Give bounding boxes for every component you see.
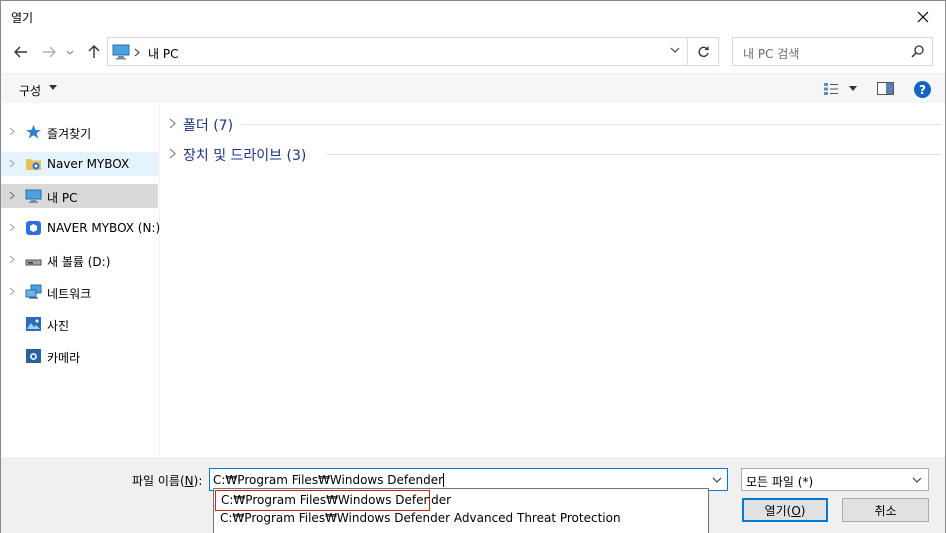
chevron-right-icon[interactable] xyxy=(169,118,176,129)
chevron-down-icon[interactable] xyxy=(912,475,922,485)
autocomplete-dropdown: C:₩Program Files₩Windows Defender C:₩Pro… xyxy=(213,488,709,533)
star-icon xyxy=(26,125,41,139)
breadcrumb-separator-icon xyxy=(134,48,140,57)
up-button[interactable] xyxy=(83,41,105,63)
address-path[interactable]: 내 PC xyxy=(148,45,178,62)
sidebar-item-label: 사진 xyxy=(47,319,70,333)
organize-button[interactable]: 구성 xyxy=(19,82,41,99)
sidebar-item-label: 새 볼륨 (D:) xyxy=(47,255,111,269)
help-button[interactable]: ? xyxy=(914,81,931,98)
arrow-left-icon xyxy=(14,46,27,58)
address-bar[interactable]: 내 PC xyxy=(107,37,688,66)
chevron-right-icon[interactable] xyxy=(9,287,15,296)
chevron-right-icon[interactable] xyxy=(9,191,15,200)
sidebar-item-network[interactable]: 네트워크 xyxy=(1,280,158,304)
group-header-devices-drives[interactable]: 장치 및 드라이브 (3) xyxy=(169,143,941,165)
sidebar-item-label: 내 PC xyxy=(47,191,78,205)
open-button[interactable]: 열기(O) xyxy=(742,498,828,522)
computer-icon xyxy=(25,189,42,203)
text-caret xyxy=(443,473,445,487)
search-input[interactable]: 내 PC 검색 xyxy=(743,45,799,62)
caret-down-icon[interactable] xyxy=(49,85,57,90)
sidebar-item-naver-mybox-drive[interactable]: NAVER MYBOX (N:) xyxy=(1,216,161,240)
title-bar: 열기 xyxy=(1,1,945,32)
file-type-value: 모든 파일 (*) xyxy=(746,475,814,489)
sidebar-item-label: Naver MYBOX xyxy=(47,157,130,171)
help-icon: ? xyxy=(919,82,926,97)
sidebar-item-new-volume[interactable]: 새 볼륨 (D:) xyxy=(1,248,158,272)
group-divider xyxy=(241,124,941,125)
close-icon xyxy=(917,11,929,22)
search-icon xyxy=(911,45,924,58)
recent-locations-button[interactable] xyxy=(63,41,77,63)
mybox-folder-icon xyxy=(26,159,41,170)
chevron-right-icon[interactable] xyxy=(9,223,15,232)
group-label: 장치 및 드라이브 (3) xyxy=(183,148,307,164)
sidebar-item-label: 즐겨찾기 xyxy=(47,127,92,141)
sidebar-item-label: NAVER MYBOX (N:) xyxy=(47,221,161,235)
autocomplete-item[interactable]: C:₩Program Files₩Windows Defender xyxy=(215,490,451,511)
chevron-down-icon[interactable] xyxy=(670,45,680,55)
view-options-icon[interactable] xyxy=(823,82,839,96)
chevron-right-icon[interactable] xyxy=(169,148,176,159)
navigation-bar: 내 PC 내 PC 검색 xyxy=(1,35,945,69)
command-bar: 구성 ? xyxy=(1,73,945,103)
camera-icon xyxy=(26,349,41,363)
drive-icon xyxy=(25,259,42,266)
chevron-right-icon[interactable] xyxy=(9,159,15,168)
chevron-right-icon[interactable] xyxy=(9,255,15,264)
window-title: 열기 xyxy=(11,11,34,25)
sidebar-item-camera[interactable]: 카메라 xyxy=(1,344,158,368)
back-button[interactable] xyxy=(10,41,32,63)
forward-button[interactable] xyxy=(38,41,60,63)
filename-value[interactable]: C:₩Program Files₩Windows Defender xyxy=(213,473,445,487)
sidebar-item-label: 카메라 xyxy=(47,351,81,365)
arrow-up-icon xyxy=(88,45,100,58)
open-button-label: 열기(O) xyxy=(764,503,806,518)
sidebar-item-pictures[interactable]: 사진 xyxy=(1,312,158,336)
open-file-dialog: 열기 내 PC 내 PC 검색 구성 ? 즐겨찾기 Naver MYBOX 내 … xyxy=(0,0,946,533)
pictures-icon xyxy=(26,317,41,331)
arrow-right-icon xyxy=(43,46,56,58)
refresh-button[interactable] xyxy=(688,37,719,66)
filename-label: 파일 이름(N): xyxy=(132,474,203,488)
cancel-button-label: 취소 xyxy=(874,503,897,518)
chevron-right-icon[interactable] xyxy=(9,127,15,136)
cancel-button[interactable]: 취소 xyxy=(842,498,929,522)
sidebar-item-naver-mybox[interactable]: Naver MYBOX xyxy=(1,152,158,176)
preview-pane-icon[interactable] xyxy=(877,82,894,95)
network-icon xyxy=(25,284,42,299)
group-header-folders[interactable]: 폴더 (7) xyxy=(169,113,941,135)
sidebar-item-this-pc[interactable]: 내 PC xyxy=(1,184,158,208)
sidebar-item-favorites[interactable]: 즐겨찾기 xyxy=(1,120,158,144)
chevron-down-icon[interactable] xyxy=(712,475,722,485)
computer-icon xyxy=(112,44,130,60)
autocomplete-item[interactable]: C:₩Program Files₩Windows Defender Advanc… xyxy=(215,509,707,528)
search-box[interactable]: 내 PC 검색 xyxy=(732,37,933,66)
caret-down-icon[interactable] xyxy=(849,86,857,91)
refresh-icon xyxy=(698,46,709,57)
file-type-select[interactable]: 모든 파일 (*) xyxy=(741,468,929,491)
close-button[interactable] xyxy=(901,1,945,32)
group-label: 폴더 (7) xyxy=(183,118,234,134)
group-divider xyxy=(326,154,941,155)
mybox-drive-icon xyxy=(26,221,41,235)
sidebar-item-label: 네트워크 xyxy=(47,287,92,301)
navigation-pane: 즐겨찾기 Naver MYBOX 내 PC NAVER MYBOX (N:) 새… xyxy=(1,104,160,456)
chevron-down-icon xyxy=(66,50,74,55)
